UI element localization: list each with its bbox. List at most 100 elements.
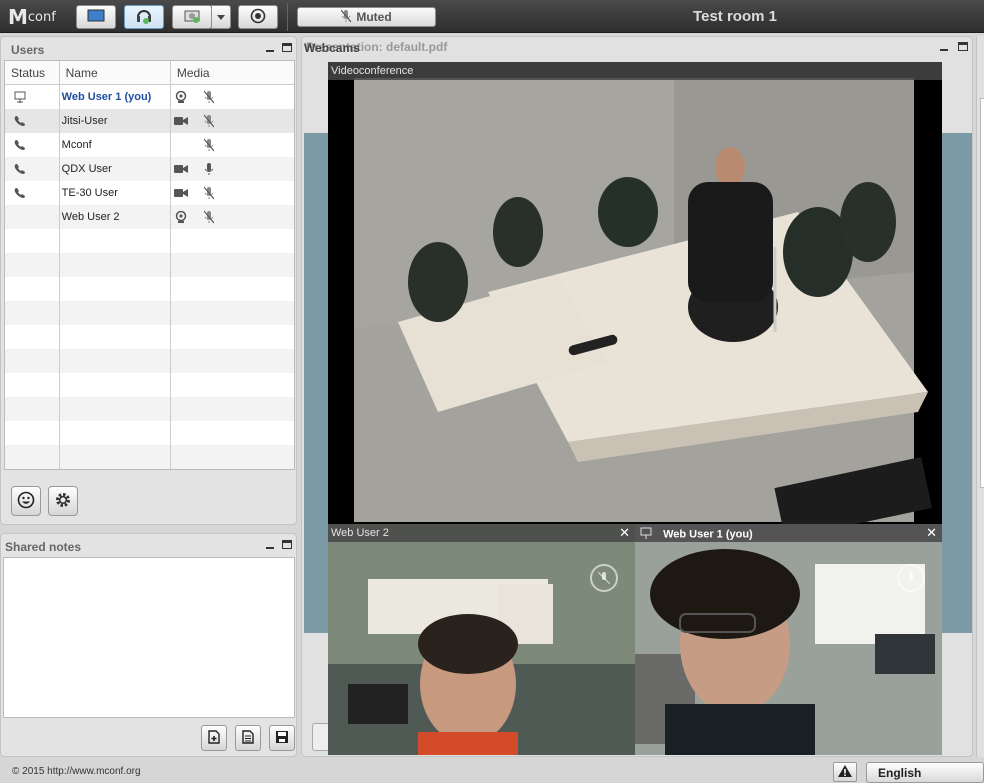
minimize-icon[interactable] [940,43,948,51]
empty-user-row [5,421,294,445]
mic-muted-icon [202,90,216,104]
shared-notes-textarea[interactable] [3,557,295,718]
audio-button[interactable] [124,5,164,29]
record-button[interactable] [238,5,278,29]
empty-user-row [5,253,294,277]
phone-icon [13,138,27,152]
webcam-icon[interactable] [174,210,188,224]
save-notes-button[interactable] [269,725,295,751]
user-name-cell: Mconf [60,133,171,157]
user-status-cell [5,133,60,157]
phone-icon [13,162,27,176]
toolbar-divider [287,3,288,31]
shared-notes-window: Shared notes [0,533,297,757]
user-name: Jitsi-User [61,115,108,127]
main-video-label: Videoconference [328,62,942,80]
web-user-2-video-frame [328,524,635,755]
minimize-icon[interactable] [266,541,274,549]
mic-muted-icon [340,9,352,26]
user-name-cell: TE-30 User [60,181,171,205]
top-toolbar: Mconf Muted Test room 1 [0,0,984,33]
user-row[interactable]: Web User 2 [5,205,294,229]
warning-button[interactable] [833,762,857,782]
maximize-icon[interactable] [282,43,292,52]
save-icon [275,730,289,747]
user-media-cell [171,181,294,205]
smiley-icon [17,491,35,512]
maximize-icon[interactable] [282,540,292,549]
empty-user-row [5,229,294,253]
user-row[interactable]: Web User 1 (you) [5,85,294,109]
new-note-button[interactable] [201,725,227,751]
user-row[interactable]: TE-30 User [5,181,294,205]
presenter-icon [640,527,652,542]
notes-document-button[interactable] [235,725,261,751]
user-name: QDX User [61,163,112,175]
column-media[interactable]: Media [171,61,294,84]
user-media-cell [171,157,294,181]
mic-muted-icon [202,186,216,200]
user-media-cell [171,133,294,157]
minimize-icon[interactable] [266,44,274,52]
webcam-share-icon [183,8,201,27]
users-settings-button[interactable] [48,486,78,516]
mute-label: Muted [356,10,392,24]
video-2-label: Web User 2 [328,524,635,542]
video-web-user-1[interactable]: Web User 1 (you) ✕ [635,524,942,755]
empty-user-row [5,397,294,421]
empty-user-row [5,277,294,301]
webcam-icon[interactable] [174,90,188,104]
headset-icon [135,8,153,27]
copyright-text: © 2015 http://www.mconf.org [12,766,141,777]
users-window-title: Users [11,43,45,57]
mic-muted-icon [202,114,216,128]
user-name-cell: Jitsi-User [60,109,171,133]
empty-user-row [5,349,294,373]
empty-user-row [5,445,294,469]
video-camera-icon[interactable] [173,114,188,128]
record-icon [250,8,266,27]
presenter-icon [13,90,27,104]
phone-icon [13,114,27,128]
desktop-share-button[interactable] [76,5,116,29]
user-row[interactable]: Jitsi-User [5,109,294,133]
shared-notes-title: Shared notes [5,540,82,554]
maximize-icon[interactable] [958,42,968,51]
main-video[interactable]: Videoconference [328,62,942,524]
column-name[interactable]: Name [60,61,171,84]
video-camera-icon[interactable] [173,186,188,200]
mic-muted-icon [202,210,216,224]
mconf-logo: Mconf [8,5,56,29]
mute-toggle-button[interactable]: Muted [297,7,436,27]
user-row[interactable]: Mconf [5,133,294,157]
user-name: TE-30 User [61,187,118,199]
classroom-video-frame [328,62,942,524]
column-status[interactable]: Status [5,61,60,84]
phone-icon [13,186,27,200]
emoji-status-button[interactable] [11,486,41,516]
video-web-user-2[interactable]: Web User 2 ✕ [328,524,635,755]
empty-icon [174,138,188,152]
video-camera-icon[interactable] [173,162,188,176]
mic-muted-icon [202,138,216,152]
user-status-cell [5,205,60,229]
video-1-label: Web User 1 (you) [663,528,753,541]
user-media-cell [171,205,294,229]
user-media-cell [171,85,294,109]
webcam-share-button[interactable] [172,5,212,29]
user-name-cell: Web User 2 [60,205,171,229]
user-row[interactable]: QDX User [5,157,294,181]
empty-user-row [5,325,294,349]
close-icon[interactable]: ✕ [619,526,630,539]
add-document-icon [208,729,220,747]
language-select[interactable]: English [866,762,984,783]
user-name: Mconf [61,139,92,151]
close-icon[interactable]: ✕ [926,526,937,539]
user-name: Web User 2 [61,211,120,223]
desktop-share-icon [87,9,105,26]
video-1-label-bar: Web User 1 (you) [635,524,942,542]
mic-active-icon [202,162,216,176]
user-name-cell: QDX User [60,157,171,181]
webcam-options-dropdown[interactable] [211,5,231,29]
empty-user-row [5,301,294,325]
